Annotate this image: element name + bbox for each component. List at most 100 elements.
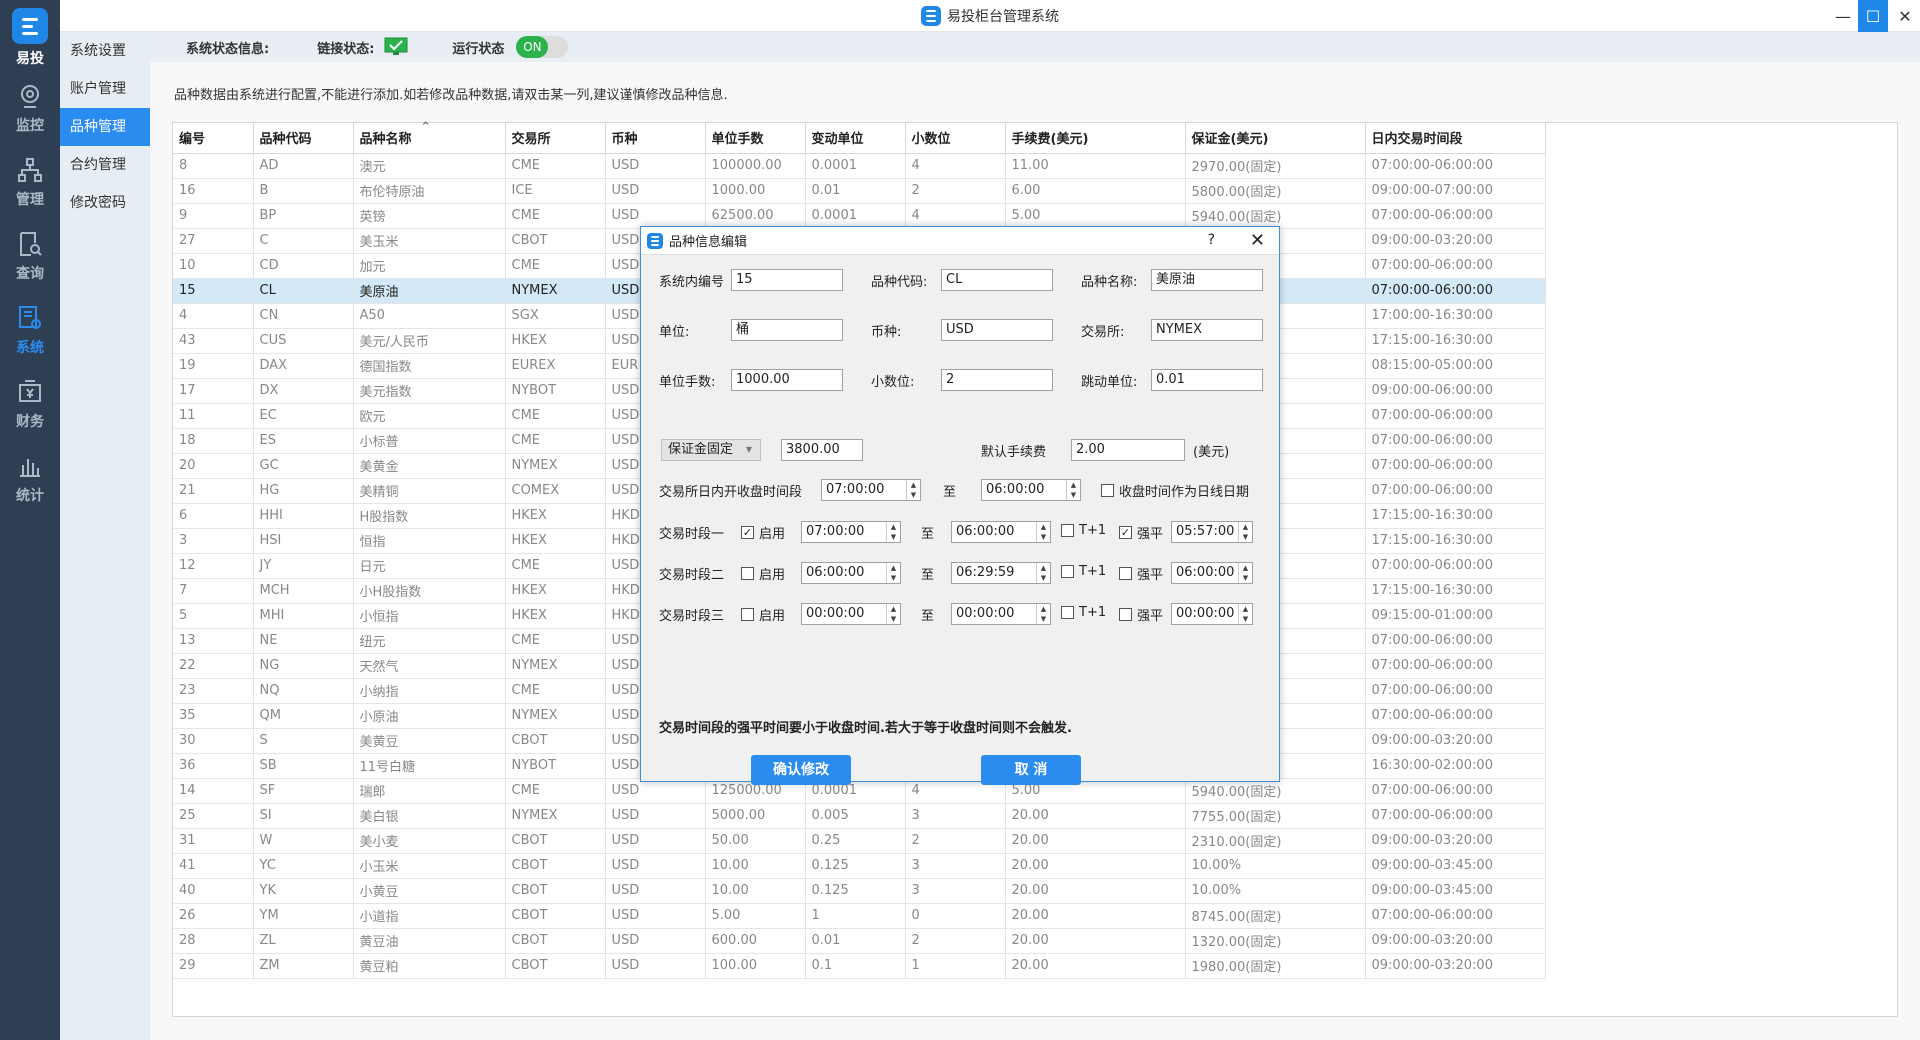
table-cell: 10 <box>173 253 254 279</box>
period-start-spinner[interactable]: 06:00:00 ▲ ▼ <box>801 562 901 584</box>
period-force-time-spinner[interactable]: 00:00:00 ▲ ▼ <box>1171 603 1253 625</box>
maximize-button[interactable]: ☐ <box>1858 0 1888 32</box>
help-button[interactable]: ? <box>1208 232 1215 248</box>
dialog-close-button[interactable]: ✕ <box>1250 230 1265 251</box>
code-input[interactable]: CL <box>941 269 1053 291</box>
column-header[interactable]: 保证金(美元) <box>1185 123 1366 154</box>
session-end-spinner[interactable]: 06:00:00 ▲ ▼ <box>981 479 1081 501</box>
period-force-time-spinner[interactable]: 05:57:00 ▲ ▼ <box>1171 521 1253 543</box>
column-header[interactable]: 日内交易时间段 <box>1365 123 1546 154</box>
table-row[interactable]: 31 W 美小麦 CBOT USD 50.00 0.25 2 20.00 2310.00(固定) 0… <box>173 828 1546 854</box>
unit-input[interactable]: 桶 <box>731 319 843 341</box>
table-row[interactable]: 29 ZM 黄豆粕 CBOT USD 100.00 0.1 1 20.00 1980.00(固定)… <box>173 953 1546 979</box>
currency-input[interactable]: USD <box>941 319 1053 341</box>
close-as-date-checkbox[interactable]: 收盘时间作为日线日期 <box>1101 481 1249 500</box>
column-header[interactable]: 小数位 <box>905 123 1006 154</box>
period-start-spinner[interactable]: 00:00:00 ▲ ▼ <box>801 603 901 625</box>
period-end-spinner[interactable]: 06:00:00 ▲ ▼ <box>951 521 1051 543</box>
sys-id-input[interactable]: 15 <box>731 269 843 291</box>
period-enable-checkbox[interactable]: ✓ 启用 <box>741 523 785 542</box>
close-window-button[interactable]: ✕ <box>1890 0 1920 32</box>
exchange-input[interactable]: NYMEX <box>1151 319 1263 341</box>
minimize-button[interactable]: — <box>1828 0 1858 32</box>
spinner-arrows-icon[interactable]: ▲ ▼ <box>1238 563 1252 583</box>
table-row[interactable]: 28 ZL 黄豆油 CBOT USD 600.00 0.01 2 20.00 1320.00(固定… <box>173 928 1546 954</box>
app-logo-icon <box>12 8 48 44</box>
table-cell: 3 <box>905 803 1006 829</box>
margin-value-input[interactable]: 3800.00 <box>781 439 863 461</box>
column-header[interactable]: 单位手数 <box>705 123 806 154</box>
name-input[interactable]: 美原油 <box>1151 269 1263 291</box>
table-row[interactable]: 16 B 布伦特原油 ICE USD 1000.00 0.01 2 6.00 5800.00(固定… <box>173 178 1546 204</box>
column-header[interactable]: 编号 <box>173 123 254 154</box>
nav-system[interactable]: 系统 <box>0 296 60 366</box>
fee-input[interactable]: 2.00 <box>1071 439 1185 461</box>
period-enable-checkbox[interactable]: 启用 <box>741 605 785 624</box>
table-cell: CBOT <box>505 228 606 254</box>
confirm-button[interactable]: 确认修改 <box>751 755 851 785</box>
spinner-arrows-icon[interactable]: ▲ ▼ <box>886 522 900 542</box>
spinner-arrows-icon[interactable]: ▲ ▼ <box>1036 604 1050 624</box>
subnav-system-settings[interactable]: 系统设置 <box>60 32 150 70</box>
table-row[interactable]: 8 AD 澳元 CME USD 100000.00 0.0001 4 11.00 2970.00(… <box>173 153 1546 179</box>
lot-input[interactable]: 1000.00 <box>731 369 843 391</box>
table-cell: 09:15:00-01:00:00 <box>1365 603 1546 629</box>
period-force-checkbox[interactable]: 强平 <box>1119 564 1163 583</box>
currency-label: 币种: <box>871 325 902 340</box>
table-cell: MCH <box>253 578 354 604</box>
spinner-arrows-icon[interactable]: ▲ ▼ <box>1238 522 1252 542</box>
nav-query[interactable]: 查询 <box>0 222 60 292</box>
subnav-contract-management[interactable]: 合约管理 <box>60 146 150 184</box>
period-force-checkbox[interactable]: 强平 <box>1119 605 1163 624</box>
spinner-arrows-icon[interactable]: ▲ ▼ <box>886 604 900 624</box>
period-start-spinner[interactable]: 07:00:00 ▲ ▼ <box>801 521 901 543</box>
table-row[interactable]: 40 YK 小黄豆 CBOT USD 10.00 0.125 3 20.00 10.00% 09:0… <box>173 878 1546 904</box>
table-row[interactable]: 26 YM 小道指 CBOT USD 5.00 1 0 20.00 8745.00(固定) 07:0… <box>173 903 1546 929</box>
period-end-spinner[interactable]: 00:00:00 ▲ ▼ <box>951 603 1051 625</box>
subnav-change-password[interactable]: 修改密码 <box>60 184 150 222</box>
table-cell: 16:30:00-02:00:00 <box>1365 753 1546 779</box>
period-force-time-spinner[interactable]: 06:00:00 ▲ ▼ <box>1171 562 1253 584</box>
cancel-button[interactable]: 取 消 <box>981 755 1081 785</box>
nav-manage[interactable]: 管理 <box>0 148 60 218</box>
period-t1-checkbox[interactable]: T+1 <box>1061 605 1106 620</box>
column-header[interactable]: 币种 <box>605 123 706 154</box>
subnav-product-management[interactable]: 品种管理 <box>60 108 150 146</box>
table-row[interactable]: 9 BP 英镑 CME USD 62500.00 0.0001 4 5.00 5940.00(固定… <box>173 203 1546 229</box>
decimals-input[interactable]: 2 <box>941 369 1053 391</box>
period-force-checkbox[interactable]: ✓ 强平 <box>1119 523 1163 542</box>
table-cell: 11 <box>173 403 254 429</box>
session-start-spinner[interactable]: 07:00:00 ▲ ▼ <box>821 479 921 501</box>
spinner-arrows-icon[interactable]: ▲ ▼ <box>1066 480 1080 500</box>
nav-stats[interactable]: 统计 <box>0 444 60 514</box>
spinner-arrows-icon[interactable]: ▲ ▼ <box>1036 522 1050 542</box>
period-enable-checkbox[interactable]: 启用 <box>741 564 785 583</box>
spinner-arrows-icon[interactable]: ▲ ▼ <box>886 563 900 583</box>
system-settings-icon <box>19 306 41 329</box>
column-header[interactable]: 变动单位 <box>805 123 906 154</box>
spinner-arrows-icon[interactable]: ▲ ▼ <box>1036 563 1050 583</box>
column-header[interactable]: 手续费(美元) <box>1005 123 1186 154</box>
decimals-label: 小数位: <box>871 375 915 390</box>
period-label: 交易时段二 <box>659 568 725 583</box>
period-t1-checkbox[interactable]: T+1 <box>1061 564 1106 579</box>
tick-input[interactable]: 0.01 <box>1151 369 1263 391</box>
column-header[interactable]: 品种代码 <box>253 123 354 154</box>
table-row[interactable]: 25 SI 美白银 NYMEX USD 5000.00 0.005 3 20.00 7755.00… <box>173 803 1546 829</box>
run-status-toggle[interactable]: ON <box>516 36 569 58</box>
margin-mode-select[interactable]: 保证金固定 ▼ <box>661 439 761 461</box>
subnav-account-management[interactable]: 账户管理 <box>60 70 150 108</box>
table-cell: 23 <box>173 678 254 704</box>
nav-monitor[interactable]: 监控 <box>0 74 60 144</box>
table-row[interactable]: 41 YC 小玉米 CBOT USD 10.00 0.125 3 20.00 10.00% 09:0… <box>173 853 1546 879</box>
column-header[interactable]: ^ 品种名称 <box>353 121 506 154</box>
period-t1-checkbox[interactable]: T+1 <box>1061 523 1106 538</box>
nav-finance[interactable]: 财务 <box>0 370 60 440</box>
column-header[interactable]: 交易所 <box>505 123 606 154</box>
session-to-label: 至 <box>943 485 957 500</box>
table-cell: NYMEX <box>505 803 606 829</box>
table-cell: HKEX <box>505 603 606 629</box>
spinner-arrows-icon[interactable]: ▲ ▼ <box>906 480 920 500</box>
period-end-spinner[interactable]: 06:29:59 ▲ ▼ <box>951 562 1051 584</box>
spinner-arrows-icon[interactable]: ▲ ▼ <box>1238 604 1252 624</box>
